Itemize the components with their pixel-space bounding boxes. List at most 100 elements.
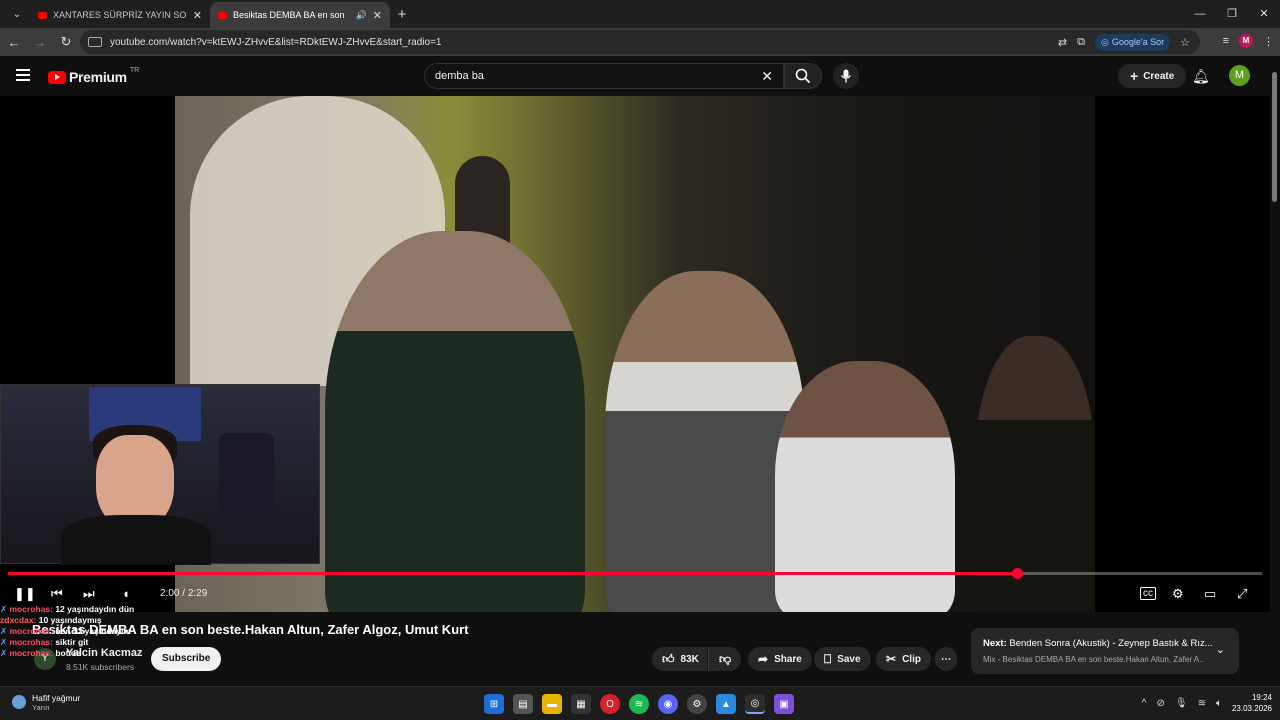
opera-icon[interactable]: O bbox=[600, 694, 620, 714]
share-label: Share bbox=[774, 653, 802, 665]
forward-button[interactable]: → bbox=[28, 35, 52, 50]
logo-text: Premium bbox=[69, 69, 127, 85]
next-in-mix-card[interactable]: Next: Benden Sonra (Akustik) - Zeynep Ba… bbox=[971, 628, 1239, 674]
thumbs-down-icon: 👎︎ bbox=[719, 651, 732, 666]
streamer-webcam-overlay bbox=[0, 384, 320, 565]
tab-close-icon[interactable]: ✕ bbox=[193, 9, 202, 22]
clip-button[interactable]: ✂ Clip bbox=[876, 647, 931, 671]
chat-user: mocrohas: bbox=[9, 604, 53, 614]
chat-user: mocrohas: bbox=[9, 637, 53, 647]
next-mix-name: Mix - Besiktas DEMBA BA en son beste.Hak… bbox=[983, 655, 1203, 664]
current-time: 2:00 bbox=[160, 588, 180, 599]
youtube-premium-logo[interactable]: Premium TR bbox=[48, 67, 139, 85]
clock-time: 19:24 bbox=[1251, 693, 1272, 702]
microphone-tray-icon[interactable]: 🎙︎ bbox=[1175, 698, 1188, 709]
like-count: 83K bbox=[680, 653, 699, 665]
notifications-bell-icon[interactable]: 🔔︎ bbox=[1192, 68, 1210, 85]
browser-profile-avatar[interactable]: M bbox=[1239, 34, 1253, 48]
captions-icon[interactable]: cc bbox=[1140, 587, 1156, 600]
steam-icon[interactable]: ⚙ bbox=[687, 694, 707, 714]
camera-off-icon[interactable]: ⊘ bbox=[1156, 698, 1164, 709]
new-tab-button[interactable]: + bbox=[390, 6, 414, 23]
store-icon[interactable]: ▦ bbox=[571, 694, 591, 714]
tab-besiktas[interactable]: Besiktas DEMBA BA en son 🔊 ✕ bbox=[210, 2, 390, 28]
close-window-button[interactable]: ✕ bbox=[1248, 0, 1280, 28]
volume-icon[interactable]: ◖ bbox=[122, 586, 130, 601]
chat-message: ✗ mocrohas: bot oe bbox=[0, 648, 200, 659]
subscriber-count: 8.51K subscribers bbox=[66, 662, 135, 672]
webcam-body bbox=[61, 515, 211, 565]
audio-playing-icon[interactable]: 🔊 bbox=[356, 10, 367, 21]
youtube-header: Premium TR demba ba ✕ + Create 🔔︎ M bbox=[0, 56, 1280, 96]
weather-widget[interactable]: Hafif yağmur Yarın bbox=[12, 693, 80, 712]
menu-hamburger-icon[interactable] bbox=[16, 69, 30, 81]
fullscreen-icon[interactable]: ⤢ bbox=[1237, 586, 1247, 602]
like-button[interactable]: 👍︎ 83K bbox=[652, 647, 707, 671]
time-display: 2:00 / 2:29 bbox=[160, 588, 207, 599]
start-windows-icon[interactable]: ⊞ bbox=[484, 694, 504, 714]
photos-icon[interactable]: ▲ bbox=[716, 694, 736, 714]
search-button[interactable] bbox=[784, 63, 822, 89]
media-controls-icon[interactable]: ≡ bbox=[1223, 35, 1229, 47]
url-text[interactable]: youtube.com/watch?v=ktEWJ-ZHvvE&list=RDk… bbox=[110, 37, 1058, 48]
minimize-button[interactable]: — bbox=[1184, 0, 1216, 28]
discord-icon[interactable]: ◉ bbox=[658, 694, 678, 714]
pause-icon[interactable]: ❚❚ bbox=[14, 586, 36, 602]
clock[interactable]: 19:24 23.03.2026 bbox=[1232, 692, 1272, 714]
thumbs-up-icon: 👍︎ bbox=[662, 651, 675, 666]
progress-played bbox=[8, 572, 1018, 575]
next-video-title: Benden Sonra (Akustik) - Zeynep Bastık &… bbox=[1009, 638, 1213, 649]
app-icon[interactable]: ▣ bbox=[774, 694, 794, 714]
tab-search-button[interactable]: ⌄ bbox=[4, 4, 30, 24]
page-scrollbar[interactable] bbox=[1270, 60, 1278, 685]
task-view-icon[interactable]: ▤ bbox=[513, 694, 533, 714]
previous-icon[interactable]: ⏮︎ bbox=[51, 586, 63, 602]
google-sor-button[interactable]: ◎ Google'a Sor bbox=[1095, 33, 1171, 51]
wifi-icon[interactable]: ≋ bbox=[1198, 698, 1206, 709]
maximize-button[interactable]: ❐ bbox=[1216, 0, 1248, 28]
next-icon[interactable]: ⏭︎ bbox=[83, 586, 95, 602]
back-button[interactable]: ← bbox=[2, 35, 26, 50]
tab-close-icon[interactable]: ✕ bbox=[373, 9, 382, 22]
save-label: Save bbox=[837, 653, 861, 665]
chrome-icon[interactable]: ◎ bbox=[745, 694, 765, 714]
share-arrow-icon: ➦ bbox=[758, 652, 769, 666]
chat-message: ✗ mocrohas: siktir git bbox=[0, 637, 200, 648]
share-button[interactable]: ➦ Share bbox=[748, 647, 812, 671]
spotify-icon[interactable]: ≋ bbox=[629, 694, 649, 714]
voice-search-button[interactable] bbox=[833, 63, 859, 89]
reload-button[interactable]: ↻ bbox=[54, 34, 78, 50]
clear-search-icon[interactable]: ✕ bbox=[761, 68, 773, 85]
scrollbar-thumb[interactable] bbox=[1272, 72, 1277, 202]
windows-taskbar: Hafif yağmur Yarın ⊞ ▤ ▬ ▦ O ≋ ◉ ⚙ ▲ ◎ ▣… bbox=[0, 686, 1280, 720]
file-explorer-icon[interactable]: ▬ bbox=[542, 694, 562, 714]
chat-user: mocrohas: bbox=[9, 626, 53, 636]
tab-xantares[interactable]: XANTARES SÜRPRİZ YAYIN SOR ✕ bbox=[30, 2, 210, 28]
theater-mode-icon[interactable]: ▭ bbox=[1204, 586, 1216, 602]
bookmark-star-icon[interactable]: ☆ bbox=[1180, 36, 1190, 49]
install-app-icon[interactable]: ⧉ bbox=[1077, 36, 1085, 49]
video-progress-bar[interactable] bbox=[8, 568, 1262, 579]
dislike-button[interactable]: 👎︎ bbox=[708, 647, 742, 671]
account-avatar[interactable]: M bbox=[1229, 65, 1250, 86]
create-button[interactable]: + Create bbox=[1118, 64, 1187, 88]
microphone-icon bbox=[840, 69, 852, 83]
chat-message: ✗ mocrohas: ben 13 yaşındayım bbox=[0, 626, 200, 637]
chevron-down-icon[interactable]: ⌄ bbox=[1216, 643, 1225, 656]
translate-icon[interactable]: ⇄ bbox=[1058, 36, 1067, 49]
omnibox[interactable]: youtube.com/watch?v=ktEWJ-ZHvvE&list=RDk… bbox=[80, 30, 1200, 54]
save-button[interactable]: ⎕ Save bbox=[814, 647, 871, 671]
chat-text: bot oe bbox=[55, 648, 81, 658]
chat-text: ben 13 yaşındayım bbox=[55, 626, 131, 636]
youtube-play-logo-icon bbox=[48, 70, 66, 84]
search-box[interactable]: demba ba ✕ bbox=[424, 63, 784, 89]
video-person-singer bbox=[325, 231, 585, 612]
speaker-icon[interactable]: 🔈︎ bbox=[1216, 698, 1222, 709]
tray-overflow-icon[interactable]: ^ bbox=[1142, 698, 1147, 709]
more-actions-button[interactable]: ⋯ bbox=[935, 647, 957, 671]
search-input[interactable]: demba ba bbox=[425, 70, 761, 82]
settings-gear-icon[interactable]: ⚙ bbox=[1172, 586, 1184, 602]
browser-menu-icon[interactable]: ⋮ bbox=[1263, 35, 1274, 48]
weather-icon bbox=[12, 695, 26, 709]
site-info-icon[interactable] bbox=[88, 37, 102, 47]
